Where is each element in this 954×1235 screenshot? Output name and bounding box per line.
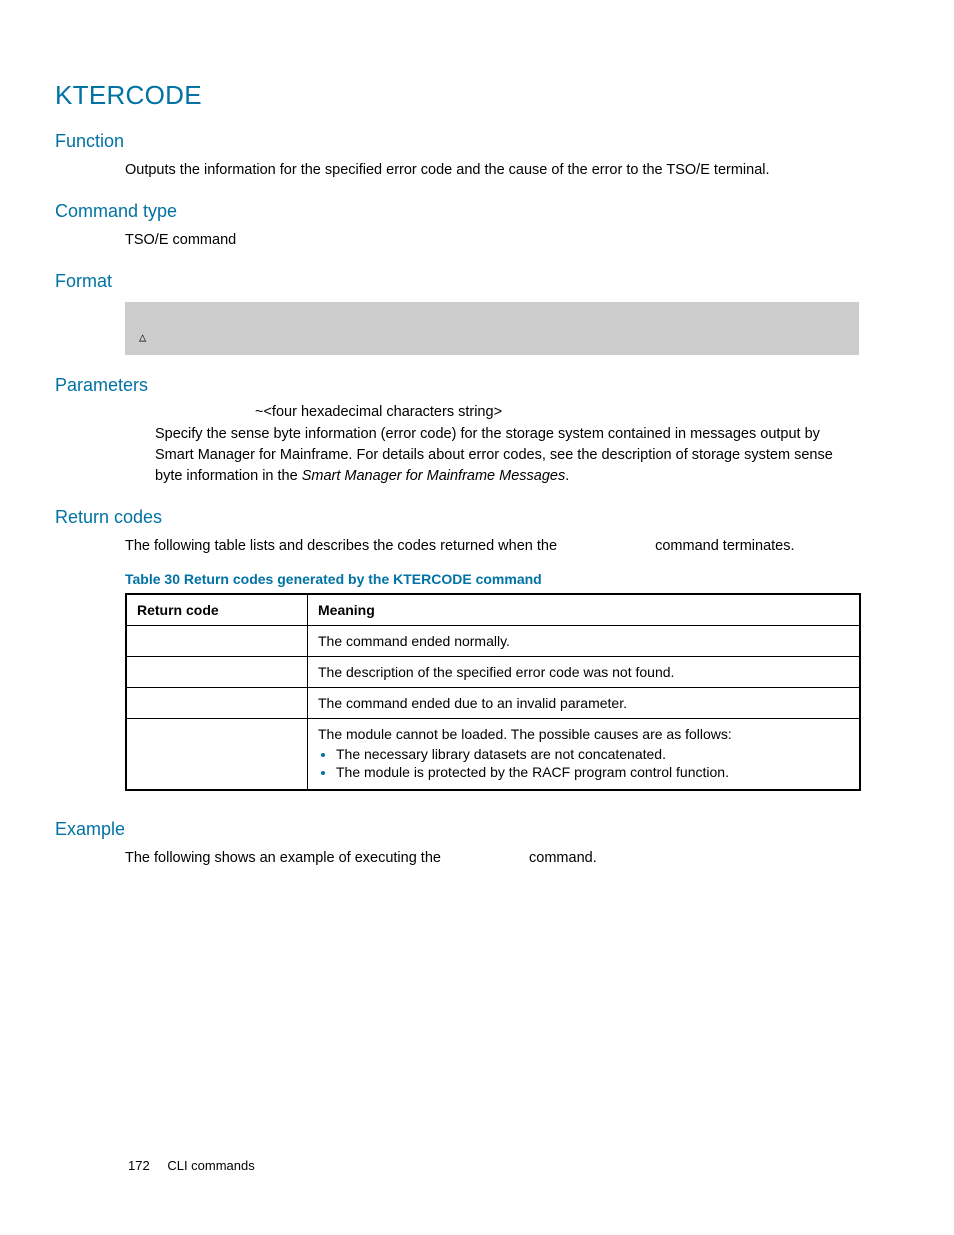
cell-code <box>126 657 308 688</box>
cell-meaning: The command ended normally. <box>308 626 861 657</box>
example-text: The following shows an example of execut… <box>125 848 859 869</box>
th-return-code: Return code <box>126 594 308 626</box>
return-intro-pt2: command terminates. <box>655 538 794 554</box>
page-number: 172 <box>128 1158 150 1173</box>
list-item: The necessary library datasets are not c… <box>336 746 849 762</box>
page-footer: 172 CLI commands <box>128 1158 255 1173</box>
cell-code <box>126 626 308 657</box>
example-pt1: The following shows an example of execut… <box>125 850 445 866</box>
table-header-row: Return code Meaning <box>126 594 860 626</box>
causes-list: The necessary library datasets are not c… <box>318 746 849 780</box>
page-title: KTERCODE <box>55 80 859 111</box>
text-function: Outputs the information for the specifie… <box>125 160 859 181</box>
heading-return-codes: Return codes <box>55 507 859 528</box>
param-description: Specify the sense byte information (erro… <box>155 424 859 487</box>
table-row: The command ended due to an invalid para… <box>126 688 860 719</box>
page-content: KTERCODE Function Outputs the informatio… <box>0 0 954 1235</box>
heading-command-type: Command type <box>55 201 859 222</box>
heading-function: Function <box>55 131 859 152</box>
heading-parameters: Parameters <box>55 375 859 396</box>
table-row: The command ended normally. <box>126 626 860 657</box>
param-desc-pt2: . <box>565 468 569 484</box>
format-code-block: △ <box>125 302 859 355</box>
footer-section: CLI commands <box>167 1158 254 1173</box>
list-item: The module is protected by the RACF prog… <box>336 764 849 780</box>
text-command-type: TSO/E command <box>125 230 859 251</box>
table-row: The description of the specified error c… <box>126 657 860 688</box>
cell-code <box>126 688 308 719</box>
triangle-icon: △ <box>139 331 146 345</box>
param-desc-italic: Smart Manager for Mainframe Messages <box>302 468 566 484</box>
return-codes-intro: The following table lists and describes … <box>125 536 859 557</box>
example-pt2: command. <box>529 850 597 866</box>
table-row: The module cannot be loaded. The possibl… <box>126 719 860 791</box>
param-format-line: ~<four hexadecimal characters string> <box>255 404 859 420</box>
cell-meaning: The command ended due to an invalid para… <box>308 688 861 719</box>
cell-code <box>126 719 308 791</box>
return-intro-pt1: The following table lists and describes … <box>125 538 561 554</box>
heading-example: Example <box>55 819 859 840</box>
cell-meaning: The description of the specified error c… <box>308 657 861 688</box>
return-codes-table: Return code Meaning The command ended no… <box>125 593 861 791</box>
heading-format: Format <box>55 271 859 292</box>
cell-meaning: The module cannot be loaded. The possibl… <box>308 719 861 791</box>
cell-meaning-text: The module cannot be loaded. The possibl… <box>318 726 732 742</box>
table-caption: Table 30 Return codes generated by the K… <box>125 571 859 587</box>
th-meaning: Meaning <box>308 594 861 626</box>
